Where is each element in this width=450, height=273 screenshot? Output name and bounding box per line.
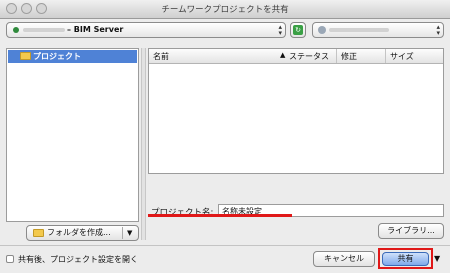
column-name[interactable]: 名前 xyxy=(153,51,169,62)
server-select-value: – BIM Server xyxy=(67,25,124,34)
column-size[interactable]: サイズ xyxy=(390,51,414,62)
dropdown-arrow-icon[interactable]: ▼ xyxy=(127,226,132,240)
redacted-user-name xyxy=(329,28,389,32)
server-select[interactable]: – BIM Server ▴ ▾ xyxy=(6,22,286,38)
share-dropdown-arrow-icon[interactable]: ▼ xyxy=(434,254,440,263)
bottom-separator xyxy=(0,245,450,246)
cancel-button[interactable]: キャンセル xyxy=(313,251,375,267)
create-folder-button[interactable]: フォルダを作成... ▼ xyxy=(26,225,139,241)
libraries-button[interactable]: ライブラリ... xyxy=(378,223,444,239)
refresh-button[interactable]: ↻ xyxy=(290,22,306,38)
tree-item-label: プロジェクト xyxy=(33,52,81,61)
column-divider xyxy=(336,49,337,63)
open-settings-checkbox[interactable] xyxy=(6,255,14,263)
title-bar: チームワークプロジェクトを共有 xyxy=(0,0,450,19)
select-arrows-icon: ▴ ▾ xyxy=(436,23,440,37)
folder-tree[interactable]: プロジェクト xyxy=(6,48,139,222)
sort-ascending-icon: ▲ xyxy=(280,51,286,59)
user-icon xyxy=(318,26,326,34)
open-settings-label: 共有後、プロジェクト設定を開く xyxy=(18,255,138,264)
user-select[interactable]: ▴ ▾ xyxy=(312,22,444,38)
button-divider xyxy=(122,227,123,239)
redacted-server-address xyxy=(23,28,65,32)
folder-icon xyxy=(33,229,44,237)
select-arrows-icon: ▴ ▾ xyxy=(278,23,282,37)
column-modified[interactable]: 修正 xyxy=(341,51,357,62)
folder-icon xyxy=(20,52,31,60)
share-button[interactable]: 共有 xyxy=(382,252,429,266)
window-title: チームワークプロジェクトを共有 xyxy=(161,5,289,15)
project-list[interactable]: 名前 ▲ ステータス 修正 サイズ xyxy=(148,48,444,174)
column-status[interactable]: ステータス xyxy=(289,51,329,62)
column-divider xyxy=(385,49,386,63)
panel-splitter[interactable] xyxy=(141,48,146,240)
share-teamwork-dialog: チームワークプロジェクトを共有 – BIM Server ▴ ▾ ↻ ▴ ▾ プロジ… xyxy=(0,0,450,273)
annotation-underline xyxy=(148,214,292,217)
tree-item-selected[interactable]: プロジェクト xyxy=(8,50,137,63)
create-folder-label: フォルダを作成... xyxy=(47,228,111,237)
list-header: 名前 ▲ ステータス 修正 サイズ xyxy=(149,49,443,64)
refresh-icon: ↻ xyxy=(293,25,303,35)
server-status-icon xyxy=(13,27,19,33)
